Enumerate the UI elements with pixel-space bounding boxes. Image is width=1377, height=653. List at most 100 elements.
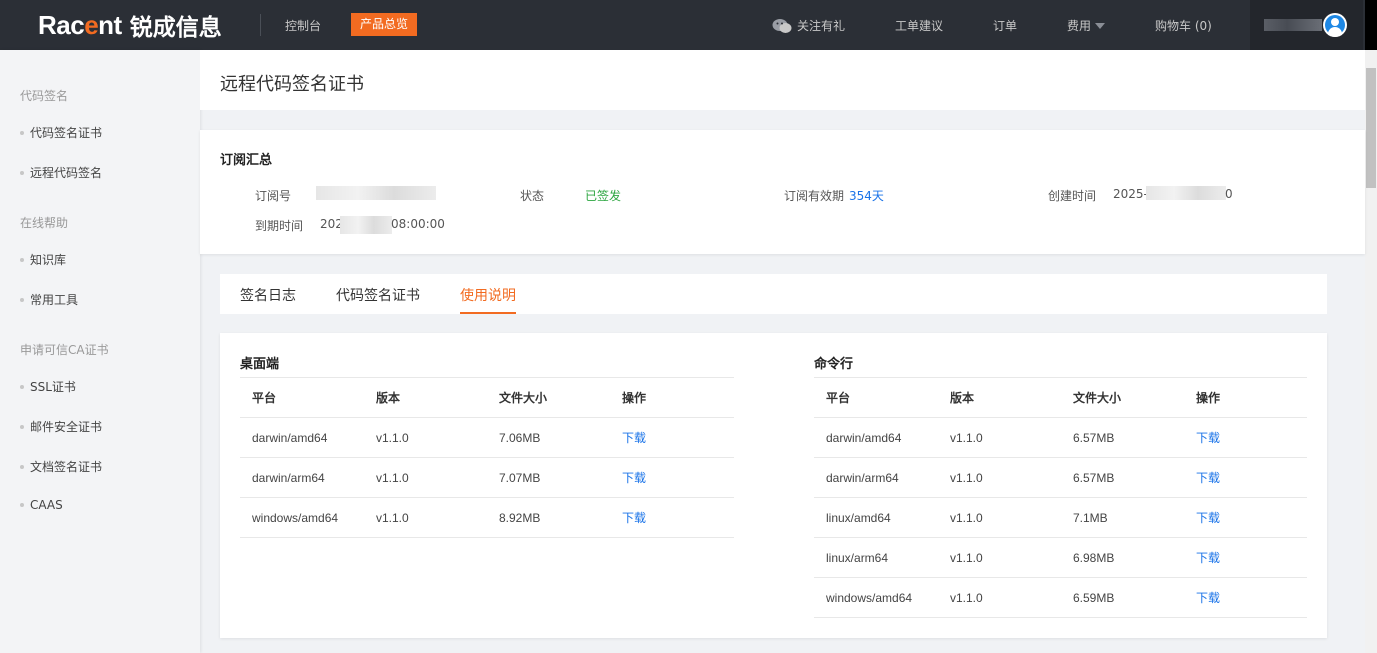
page-scrollbar[interactable] [1365,50,1377,653]
created-time-label: 创建时间 [1048,187,1096,204]
column-header: 平台 [240,378,364,418]
size-cell: 6.59MB [1061,578,1184,618]
sidebar-item-label: CAAS [30,498,63,512]
username-redacted [1264,19,1322,31]
tab-code-signing-cert[interactable]: 代码签名证书 [336,285,420,305]
download-link[interactable]: 下载 [622,471,646,485]
validity-value: 354天 [849,187,884,204]
nav-follow-link[interactable]: 关注有礼 [772,17,845,34]
subscription-summary-card: 订阅汇总 订阅号 状态 已签发 订阅有效期 354天 创建时间 2025- 0 … [200,130,1365,254]
column-header: 操作 [610,378,734,418]
sidebar-item-ssl[interactable]: SSL证书 [20,378,76,395]
download-link[interactable]: 下载 [1196,471,1220,485]
nav-ticket-link[interactable]: 工单建议 [895,17,943,34]
size-cell: 7.06MB [487,418,610,458]
tab-bar: 签名日志 代码签名证书 使用说明 [220,274,1327,314]
download-link[interactable]: 下载 [622,511,646,525]
bullet-icon [20,171,24,175]
platform-cell: darwin/arm64 [240,458,364,498]
sidebar-item-code-signing-cert[interactable]: 代码签名证书 [20,124,102,141]
table-header-row: 平台 版本 文件大小 操作 [240,378,734,418]
summary-title: 订阅汇总 [220,149,272,168]
platform-cell: windows/amd64 [814,578,938,618]
bullet-icon [20,258,24,262]
desktop-downloads-table: 平台 版本 文件大小 操作 darwin/amd64 v1.1.0 7.06MB… [240,377,734,538]
logo-chinese: 锐成信息 [130,8,222,42]
expire-time-label: 到期时间 [255,217,303,234]
sidebar-item-label: 文档签名证书 [30,458,102,475]
table-row: windows/amd64 v1.1.0 6.59MB 下载 [814,578,1307,618]
download-link[interactable]: 下载 [622,431,646,445]
nav-console-link[interactable]: 控制台 [285,17,321,34]
version-cell: v1.1.0 [938,498,1061,538]
nav-billing-label: 费用 [1067,17,1091,34]
sidebar-item-label: 常用工具 [30,291,78,308]
table-row: darwin/amd64 v1.1.0 6.57MB 下载 [814,418,1307,458]
avatar[interactable] [1323,13,1347,37]
sidebar-item-document-signing[interactable]: 文档签名证书 [20,458,102,475]
version-cell: v1.1.0 [938,458,1061,498]
sidebar: 代码签名 代码签名证书 远程代码签名 在线帮助 知识库 常用工具 申请可信CA证… [0,50,200,653]
desktop-section-title: 桌面端 [240,353,279,372]
tab-usage-instructions[interactable]: 使用说明 [460,285,516,305]
nav-cart-link[interactable]: 购物车 (0) [1155,17,1212,34]
expire-time-suffix: 08:00:00 [391,217,445,231]
wechat-icon [772,18,792,34]
size-cell: 6.57MB [1061,458,1184,498]
brand-logo[interactable]: Racent 锐成信息 [38,9,222,41]
page-title: 远程代码签名证书 [220,70,364,96]
size-cell: 7.1MB [1061,498,1184,538]
column-header: 版本 [364,378,487,418]
page-header: 远程代码签名证书 [200,50,1365,110]
table-row: darwin/arm64 v1.1.0 7.07MB 下载 [240,458,734,498]
nav-orders-link[interactable]: 订单 [993,17,1017,34]
cli-section-title: 命令行 [814,353,853,372]
status-badge: 已签发 [585,187,621,204]
size-cell: 7.07MB [487,458,610,498]
scrollbar-thumb[interactable] [1366,68,1376,188]
table-row: windows/amd64 v1.1.0 8.92MB 下载 [240,498,734,538]
sidebar-item-label: SSL证书 [30,378,76,395]
sidebar-item-email-cert[interactable]: 邮件安全证书 [20,418,102,435]
created-time-redacted [1146,186,1226,200]
nav-product-overview-button[interactable]: 产品总览 [351,13,417,36]
version-cell: v1.1.0 [938,578,1061,618]
download-link[interactable]: 下载 [1196,551,1220,565]
download-link[interactable]: 下载 [1196,591,1220,605]
top-navbar: Racent 锐成信息 控制台 产品总览 关注有礼 工单建议 订单 费用 购物车… [0,0,1377,50]
platform-cell: darwin/amd64 [814,418,938,458]
download-link[interactable]: 下载 [1196,431,1220,445]
cli-downloads-table: 平台 版本 文件大小 操作 darwin/amd64 v1.1.0 6.57MB… [814,377,1307,618]
created-time-suffix: 0 [1225,187,1233,201]
caret-down-icon [1095,23,1105,29]
column-header: 操作 [1184,378,1307,418]
platform-cell: darwin/amd64 [240,418,364,458]
table-row: darwin/arm64 v1.1.0 6.57MB 下载 [814,458,1307,498]
version-cell: v1.1.0 [364,498,487,538]
active-tab-indicator [460,312,516,314]
size-cell: 8.92MB [487,498,610,538]
tab-sign-log[interactable]: 签名日志 [240,285,296,305]
sidebar-item-label: 代码签名证书 [30,124,102,141]
download-link[interactable]: 下载 [1196,511,1220,525]
sidebar-item-tools[interactable]: 常用工具 [20,291,78,308]
platform-cell: linux/amd64 [814,498,938,538]
platform-cell: darwin/arm64 [814,458,938,498]
order-number-redacted [316,186,436,200]
bullet-icon [20,503,24,507]
column-header: 文件大小 [487,378,610,418]
nav-follow-label: 关注有礼 [797,17,845,34]
user-menu[interactable] [1250,0,1363,50]
status-label: 状态 [520,187,544,204]
nav-billing-dropdown[interactable]: 费用 [1067,17,1105,34]
sidebar-item-remote-code-signing[interactable]: 远程代码签名 [20,164,102,181]
bullet-icon [20,385,24,389]
version-cell: v1.1.0 [364,418,487,458]
sidebar-item-label: 知识库 [30,251,66,268]
nav-divider [260,14,261,36]
validity-label: 订阅有效期 [784,187,844,204]
sidebar-item-knowledge-base[interactable]: 知识库 [20,251,66,268]
bullet-icon [20,298,24,302]
sidebar-item-caas[interactable]: CAAS [20,498,63,512]
version-cell: v1.1.0 [938,418,1061,458]
